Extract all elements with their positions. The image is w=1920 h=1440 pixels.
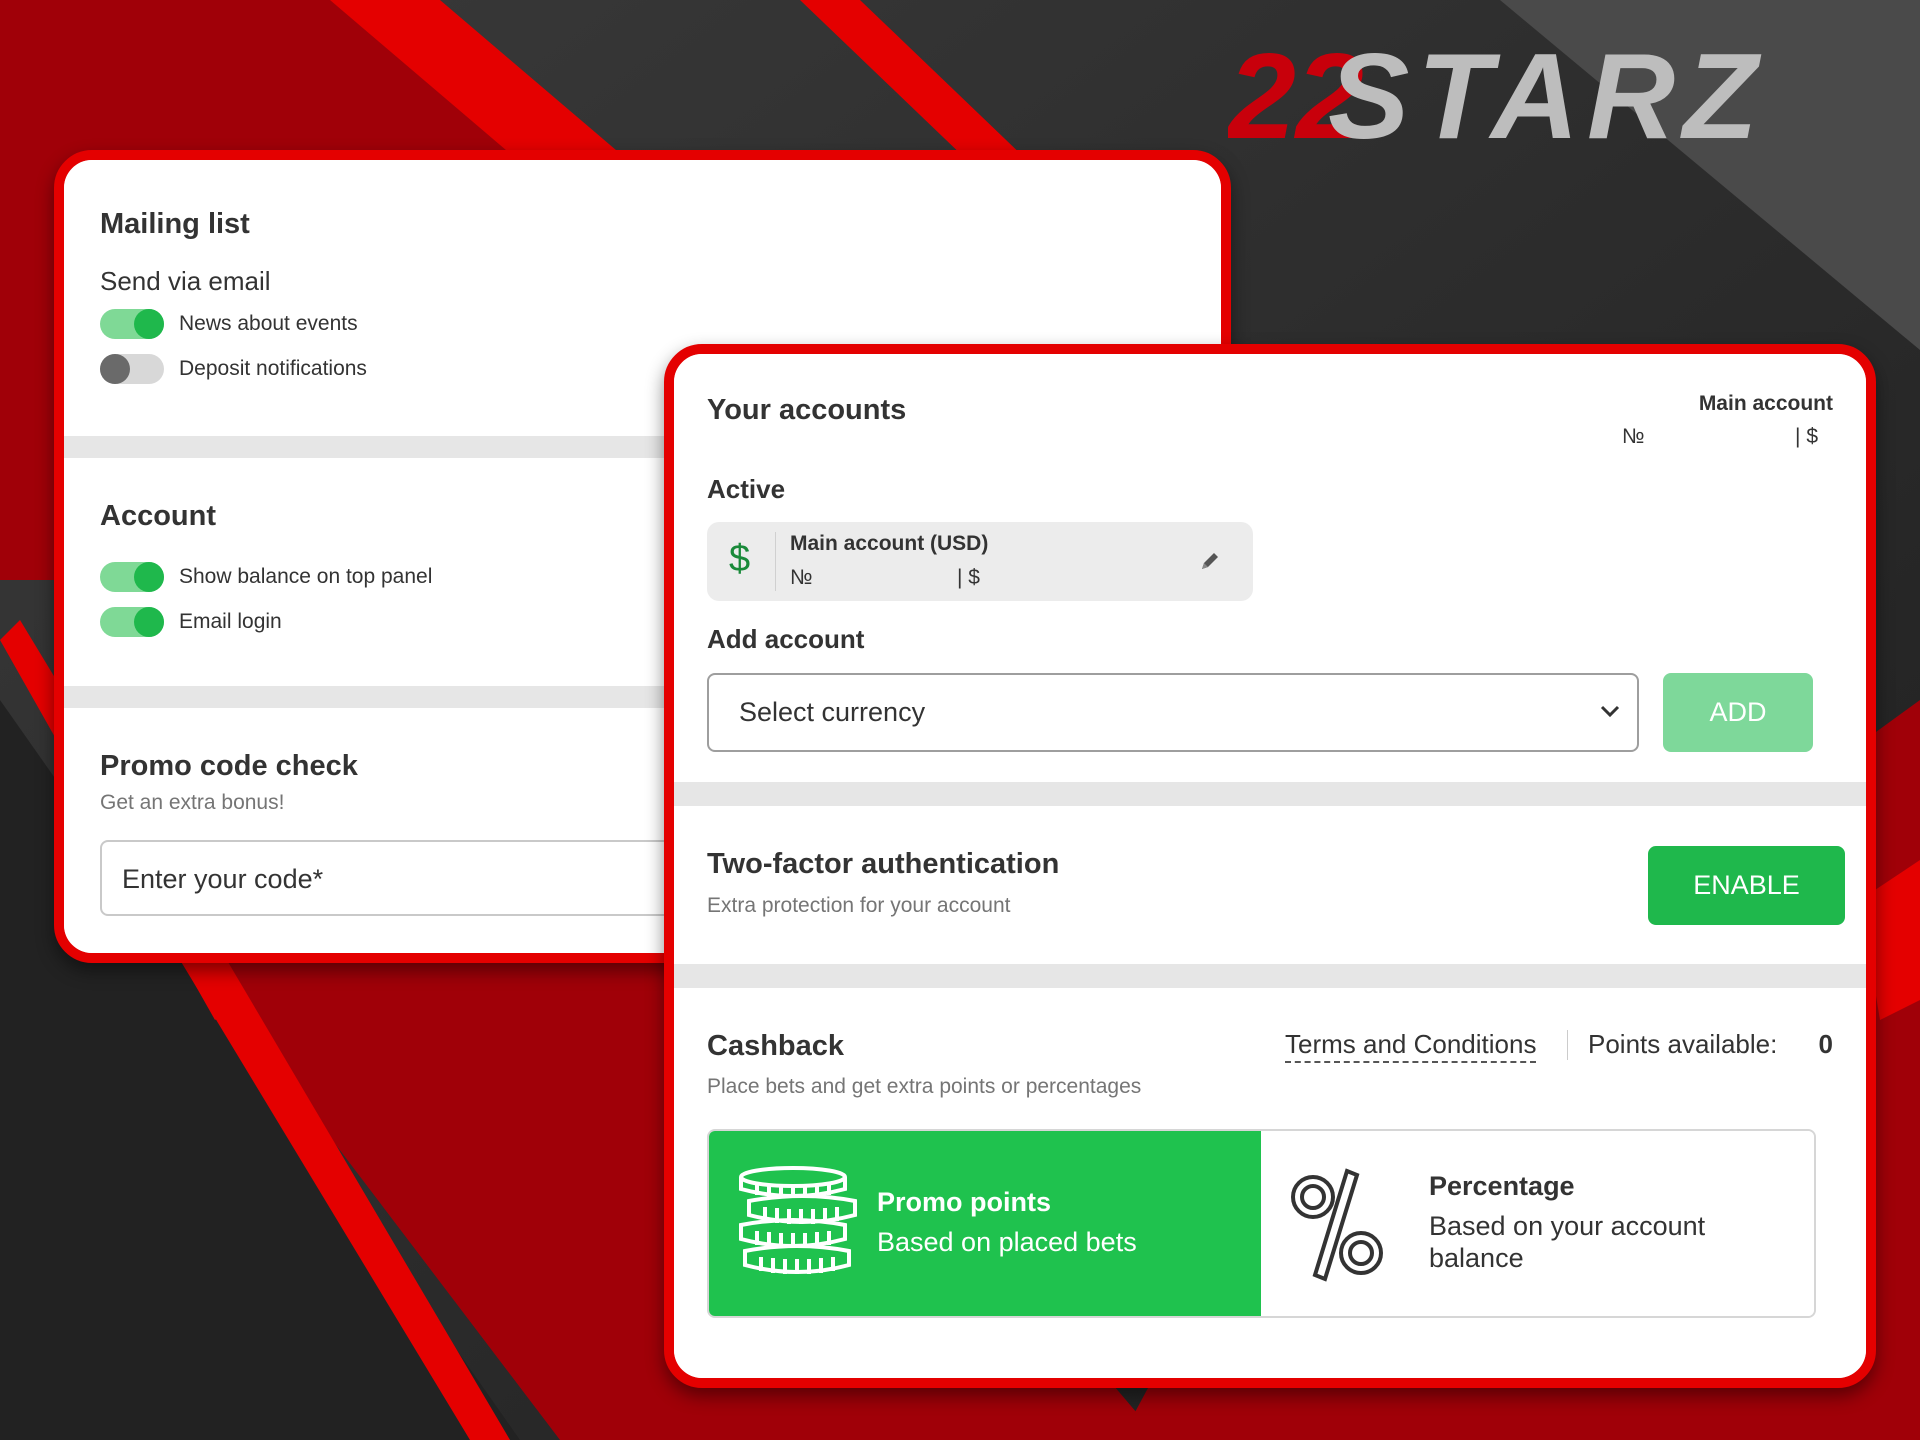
cashback-card: Cashback Place bets and get extra points… — [674, 988, 1866, 1378]
cashback-options: Promo points Based on placed bets Percen… — [707, 1129, 1816, 1318]
news-events-toggle[interactable] — [100, 309, 164, 339]
currency-select[interactable]: Select currency — [707, 673, 1639, 752]
mailing-subtitle: Send via email — [100, 266, 271, 296]
deposit-notifications-toggle[interactable] — [100, 354, 164, 384]
enable-2fa-button[interactable]: ENABLE — [1648, 846, 1845, 925]
currency-select-value: Select currency — [739, 697, 926, 727]
accounts-title: Your accounts — [707, 394, 907, 426]
active-label: Active — [707, 474, 786, 504]
pencil-icon[interactable] — [1199, 550, 1221, 572]
cashback-subtitle: Place bets and get extra points or perce… — [707, 1075, 1142, 1098]
divider — [775, 532, 776, 591]
points-available-label: Points available: — [1588, 1029, 1778, 1059]
brand-logo: 22 STARZ — [1228, 38, 1766, 158]
percentage-title: Percentage — [1429, 1171, 1575, 1201]
main-account-label: Main account — [1698, 392, 1833, 415]
promo-code-placeholder: Enter your code* — [122, 864, 324, 894]
show-balance-toggle[interactable] — [100, 562, 164, 592]
divider — [1567, 1030, 1568, 1060]
two-factor-card: Two-factor authentication Extra protecti… — [674, 806, 1866, 964]
promo-points-title: Promo points — [877, 1187, 1051, 1217]
percentage-option[interactable]: Percentage Based on your account balance — [1261, 1131, 1814, 1316]
chevron-down-icon — [1599, 703, 1621, 719]
points-available-value: 0 — [1818, 1029, 1833, 1059]
percentage-subtitle-line1: Based on your account — [1429, 1211, 1706, 1241]
cashback-title: Cashback — [707, 1030, 845, 1062]
main-account-currency: | $ — [1795, 425, 1818, 448]
two-factor-subtitle: Extra protection for your account — [707, 894, 1011, 917]
promo-subtitle: Get an extra bonus! — [100, 791, 285, 814]
accounts-panel: Your accounts Main account № | $ Active … — [664, 344, 1876, 1388]
active-account-card[interactable]: $ Main account (USD) № | $ — [707, 522, 1253, 601]
active-account-name: Main account (USD) — [790, 532, 989, 555]
dollar-icon: $ — [729, 538, 751, 580]
percent-icon — [1291, 1167, 1383, 1283]
active-account-balance: | $ — [957, 566, 980, 589]
percentage-subtitle-line2: balance — [1429, 1243, 1524, 1273]
email-login-label: Email login — [179, 610, 282, 633]
news-events-label: News about events — [179, 312, 358, 335]
terms-link[interactable]: Terms and Conditions — [1285, 1029, 1537, 1063]
accounts-card: Your accounts Main account № | $ Active … — [674, 354, 1866, 782]
mailing-title: Mailing list — [100, 208, 250, 240]
add-account-label: Add account — [707, 624, 865, 654]
promo-title: Promo code check — [100, 750, 358, 782]
show-balance-label: Show balance on top panel — [179, 565, 433, 588]
promo-points-option[interactable]: Promo points Based on placed bets — [709, 1131, 1261, 1316]
coins-icon — [737, 1165, 859, 1277]
svg-text:STARZ: STARZ — [1328, 38, 1766, 158]
account-settings-title: Account — [100, 500, 216, 532]
add-account-button[interactable]: ADD — [1663, 673, 1813, 752]
promo-points-subtitle: Based on placed bets — [877, 1227, 1137, 1257]
two-factor-title: Two-factor authentication — [707, 848, 1060, 880]
deposit-notifications-label: Deposit notifications — [179, 357, 367, 380]
active-account-number: № — [790, 566, 813, 589]
email-login-toggle[interactable] — [100, 607, 164, 637]
main-account-number: № — [1622, 425, 1645, 448]
